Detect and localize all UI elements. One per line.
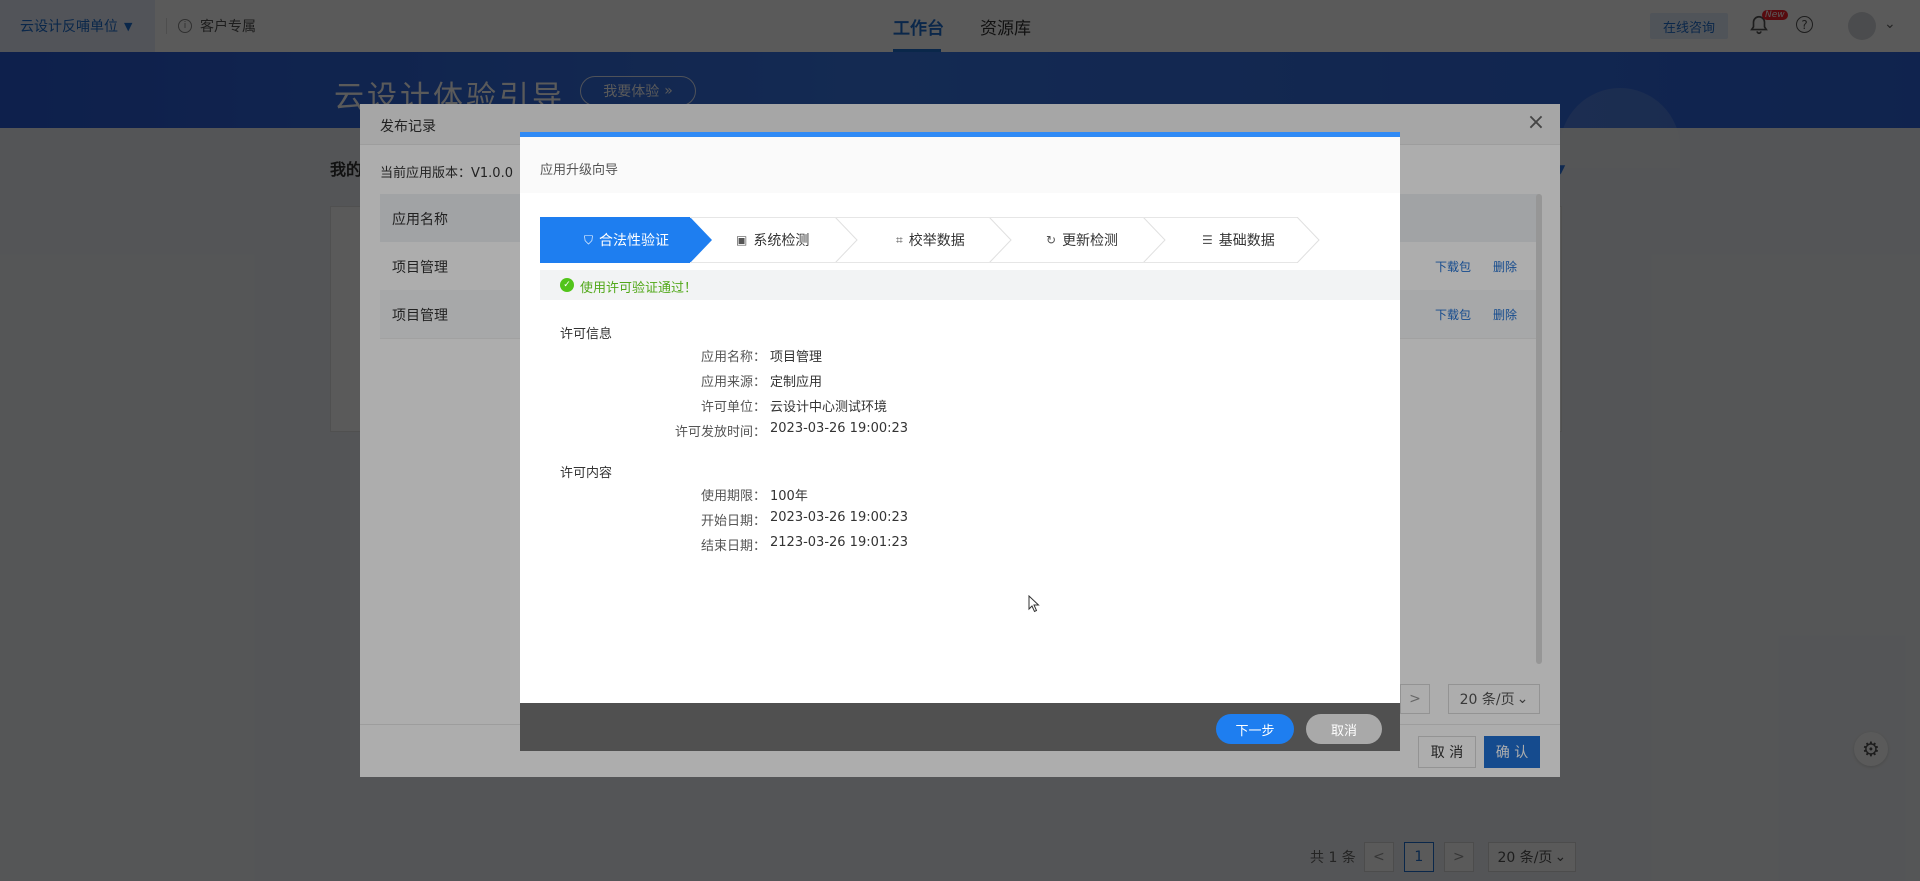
license-content-heading: 许可内容 — [560, 466, 613, 481]
scan-icon: ⌗ — [896, 232, 903, 247]
step-update-check[interactable]: ↻ 更新检测 — [1012, 217, 1162, 263]
check-circle-icon: ✓ — [560, 278, 574, 292]
refresh-icon: ↻ — [1046, 233, 1057, 247]
wizard-steps: ⛉ 合法性验证 ▣ 系统检测 ⌗ 校举数据 ↻ 更新检测 ☰ 基础数据 — [540, 217, 1340, 263]
license-field-value: 云设计中心测试环境 — [770, 400, 888, 415]
verification-message: 使用许可验证通过！ — [580, 281, 698, 296]
shield-check-icon: ⛉ — [584, 232, 594, 247]
license-field-label: 许可单位： — [700, 400, 766, 415]
step-data-enumeration[interactable]: ⌗ 校举数据 — [862, 217, 1012, 263]
license-field-value: 项目管理 — [770, 350, 823, 365]
license-field-value: 定制应用 — [770, 375, 823, 390]
document-icon: ☰ — [1202, 233, 1213, 247]
next-step-button[interactable]: 下一步 — [1216, 714, 1294, 744]
cancel-button[interactable]: 取消 — [1306, 714, 1382, 744]
license-field-value: 100年 — [770, 489, 808, 504]
mouse-cursor-icon — [1028, 595, 1040, 613]
verification-result-bar: ✓ 使用许可验证通过！ — [540, 270, 1400, 300]
step-label: 校举数据 — [908, 233, 965, 249]
wizard-title: 应用升级向导 — [540, 163, 619, 178]
license-field-value: 2123-03-26 19:01:23 — [770, 535, 909, 550]
step-system-check[interactable]: ▣ 系统检测 — [712, 217, 862, 263]
license-field-label: 使用期限： — [700, 489, 766, 504]
upgrade-wizard-dialog: 应用升级向导 ⛉ 合法性验证 ▣ 系统检测 ⌗ 校举数据 ↻ 更新检测 ☰ 基础… — [520, 132, 1400, 751]
license-field-value: 2023-03-26 19:00:23 — [770, 421, 909, 436]
license-field-value: 2023-03-26 19:00:23 — [770, 510, 909, 525]
step-base-data[interactable]: ☰ 基础数据 — [1162, 217, 1322, 263]
step-label: 合法性验证 — [599, 233, 670, 249]
license-field-label: 应用来源： — [700, 375, 766, 390]
license-info-heading: 许可信息 — [560, 327, 613, 342]
step-label: 基础数据 — [1218, 233, 1275, 249]
step-label: 系统检测 — [753, 233, 810, 249]
wizard-header — [520, 137, 1400, 193]
license-field-label: 结束日期： — [700, 539, 766, 554]
license-field-label: 应用名称： — [700, 350, 766, 365]
license-field-label: 许可发放时间： — [674, 425, 766, 440]
step-label: 更新检测 — [1062, 233, 1119, 249]
monitor-icon: ▣ — [736, 233, 748, 247]
license-field-label: 开始日期： — [700, 514, 766, 529]
step-legality-check[interactable]: ⛉ 合法性验证 — [540, 217, 712, 263]
